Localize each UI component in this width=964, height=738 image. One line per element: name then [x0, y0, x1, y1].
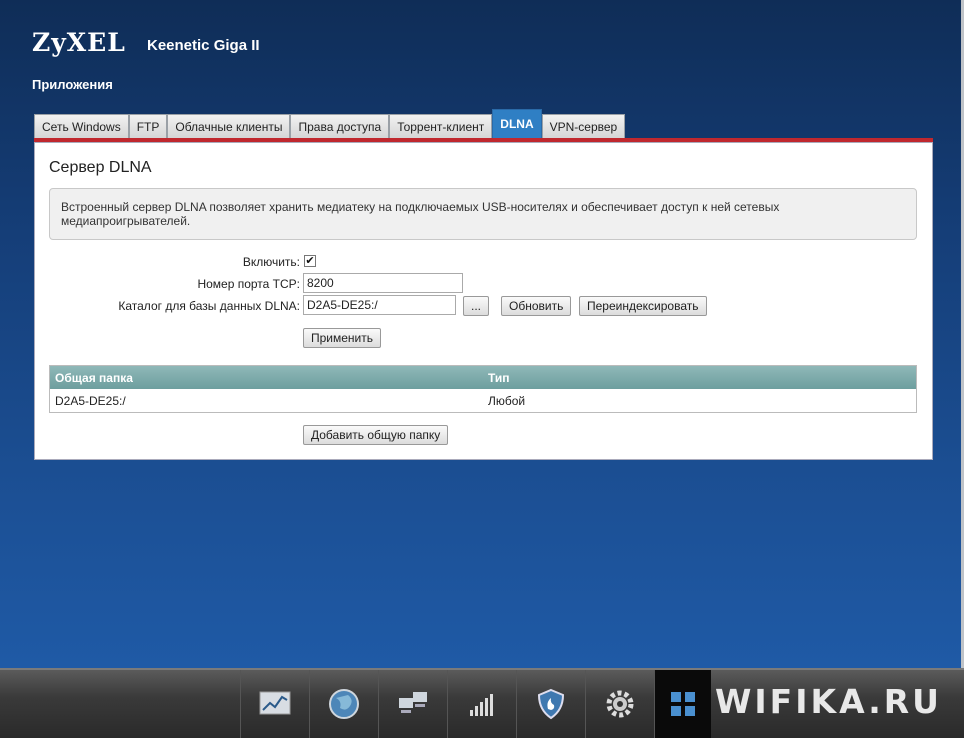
tab-vpn-server[interactable]: VPN-сервер	[541, 114, 626, 139]
watermark: WIFIKA.RU	[715, 682, 942, 721]
monitor-chart-icon[interactable]	[240, 670, 309, 738]
dlna-panel: Сервер DLNA Встроенный сервер DLNA позво…	[34, 142, 933, 460]
apps-grid-icon[interactable]	[654, 670, 711, 738]
signal-bars-icon[interactable]	[447, 670, 516, 738]
gear-icon[interactable]	[585, 670, 654, 738]
port-input[interactable]	[303, 273, 463, 293]
browse-button[interactable]: ...	[463, 296, 489, 316]
tab-ftp[interactable]: FTP	[128, 114, 168, 139]
refresh-button[interactable]: Обновить	[501, 296, 572, 316]
tab-bar: Сеть Windows FTP Облачные клиенты Права …	[34, 109, 626, 139]
port-label: Номер порта TCP:	[197, 277, 300, 291]
apply-button[interactable]: Применить	[303, 328, 382, 348]
table-header: Общая папка Тип	[50, 366, 916, 389]
enable-checkbox[interactable]: ✔	[304, 255, 316, 267]
globe-icon[interactable]	[309, 670, 378, 738]
table-row[interactable]: D2A5-DE25:/ Любой	[50, 389, 916, 412]
tab-cloud-clients[interactable]: Облачные клиенты	[167, 114, 291, 139]
tab-dlna[interactable]: DLNA	[492, 109, 542, 139]
info-box: Встроенный сервер DLNA позволяет хранить…	[49, 188, 917, 240]
column-header-type: Тип	[488, 370, 510, 385]
tab-windows-network[interactable]: Сеть Windows	[34, 114, 129, 139]
add-shared-folder-button[interactable]: Добавить общую папку	[303, 425, 449, 445]
enable-label: Включить:	[242, 255, 300, 269]
router-web-ui: ZyXEL Keenetic Giga II Приложения Сеть W…	[0, 0, 964, 668]
db-path-input[interactable]	[303, 295, 456, 315]
network-computers-icon[interactable]	[378, 670, 447, 738]
shield-icon[interactable]	[516, 670, 585, 738]
model-name: Keenetic Giga II	[147, 37, 260, 54]
folder-cell: D2A5-DE25:/	[55, 393, 126, 408]
db-path-label: Каталог для базы данных DLNA:	[118, 299, 300, 313]
column-header-folder: Общая папка	[55, 370, 133, 385]
shared-folders-table: Общая папка Тип D2A5-DE25:/ Любой	[49, 365, 917, 413]
type-cell: Любой	[488, 393, 526, 408]
tab-access-rights[interactable]: Права доступа	[290, 114, 390, 139]
brand-logo: ZyXEL	[32, 28, 126, 57]
section-title: Приложения	[32, 77, 113, 92]
reindex-button[interactable]: Переиндексировать	[579, 296, 707, 316]
tab-torrent-client[interactable]: Торрент-клиент	[389, 114, 493, 139]
panel-title: Сервер DLNA	[49, 159, 152, 176]
